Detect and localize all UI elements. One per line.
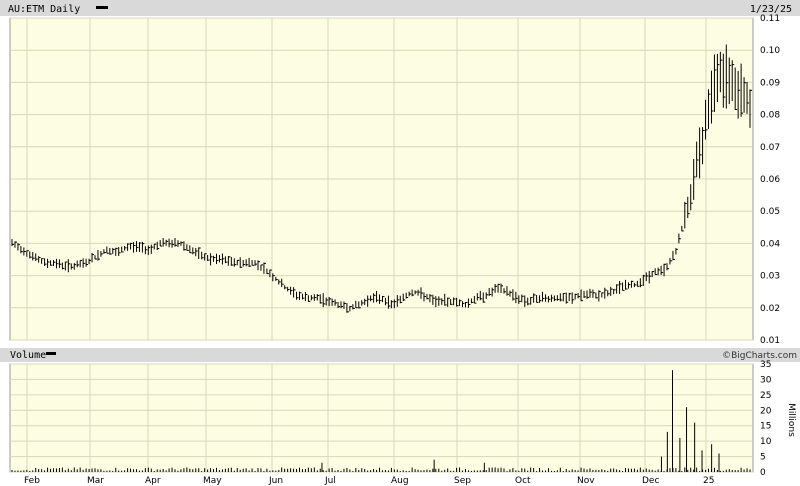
volume-y-tick-label: 5 bbox=[760, 453, 766, 463]
x-tick-label: Mar bbox=[87, 476, 104, 486]
volume-y-tick-label: 25 bbox=[760, 391, 771, 401]
price-y-tick-label: 0.11 bbox=[760, 14, 780, 24]
volume-y-tick-label: 10 bbox=[760, 437, 772, 447]
volume-y-tick-label: 20 bbox=[760, 406, 772, 416]
volume-y-axis: 0 5 10 15 20 25 30 35 bbox=[760, 360, 772, 478]
price-header-band bbox=[0, 0, 800, 16]
x-tick-label: Oct bbox=[515, 476, 531, 486]
volume-header-band bbox=[0, 348, 800, 362]
price-y-axis: 0.01 0.02 0.03 0.04 0.05 0.06 0.07 0.08 0.09 0.10… bbox=[760, 14, 780, 346]
price-y-tick-label: 0.05 bbox=[760, 207, 780, 217]
x-tick-label: Sep bbox=[454, 476, 471, 486]
title-legend-swatch bbox=[96, 6, 108, 9]
price-y-tick-label: 0.03 bbox=[760, 272, 780, 282]
stock-chart: AU:ETM Daily 1/23/25 0.010.020.030.040.0… bbox=[0, 0, 800, 486]
x-tick-label: Nov bbox=[577, 476, 595, 486]
x-tick-label: Jul bbox=[324, 476, 336, 486]
x-tick-label: Feb bbox=[24, 476, 40, 486]
x-tick-label: Dec bbox=[642, 476, 659, 486]
x-tick-label: 25 bbox=[703, 476, 714, 486]
volume-plot-area bbox=[9, 363, 754, 473]
price-y-tick-label: 0.01 bbox=[760, 336, 780, 346]
price-y-tick-label: 0.08 bbox=[760, 111, 780, 121]
x-axis: Feb Mar Apr May Jun Jul Aug Sep Oct Nov Dec 25 bbox=[24, 476, 714, 486]
price-y-tick-label: 0.04 bbox=[760, 239, 780, 249]
volume-legend-swatch bbox=[46, 352, 56, 355]
price-y-tick-label: 0.02 bbox=[760, 304, 780, 314]
price-y-tick-label: 0.06 bbox=[760, 175, 780, 185]
volume-y-tick-label: 15 bbox=[760, 422, 771, 432]
price-y-tick-label: 0.10 bbox=[760, 46, 780, 56]
volume-y-tick-label: 0 bbox=[760, 468, 766, 478]
x-tick-label: Apr bbox=[145, 476, 161, 486]
x-tick-label: Jun bbox=[268, 476, 283, 486]
price-y-tick-label: 0.09 bbox=[760, 78, 780, 88]
price-y-tick-label: 0.07 bbox=[760, 143, 780, 153]
volume-y-tick-label: 30 bbox=[760, 375, 772, 385]
x-tick-label: May bbox=[203, 476, 222, 486]
x-tick-label: Aug bbox=[391, 476, 409, 486]
volume-y-axis-title: Millions bbox=[786, 403, 796, 437]
volume-y-tick-label: 35 bbox=[760, 360, 771, 370]
chart-title: AU:ETM Daily bbox=[8, 4, 80, 15]
volume-title: Volume bbox=[10, 350, 46, 361]
